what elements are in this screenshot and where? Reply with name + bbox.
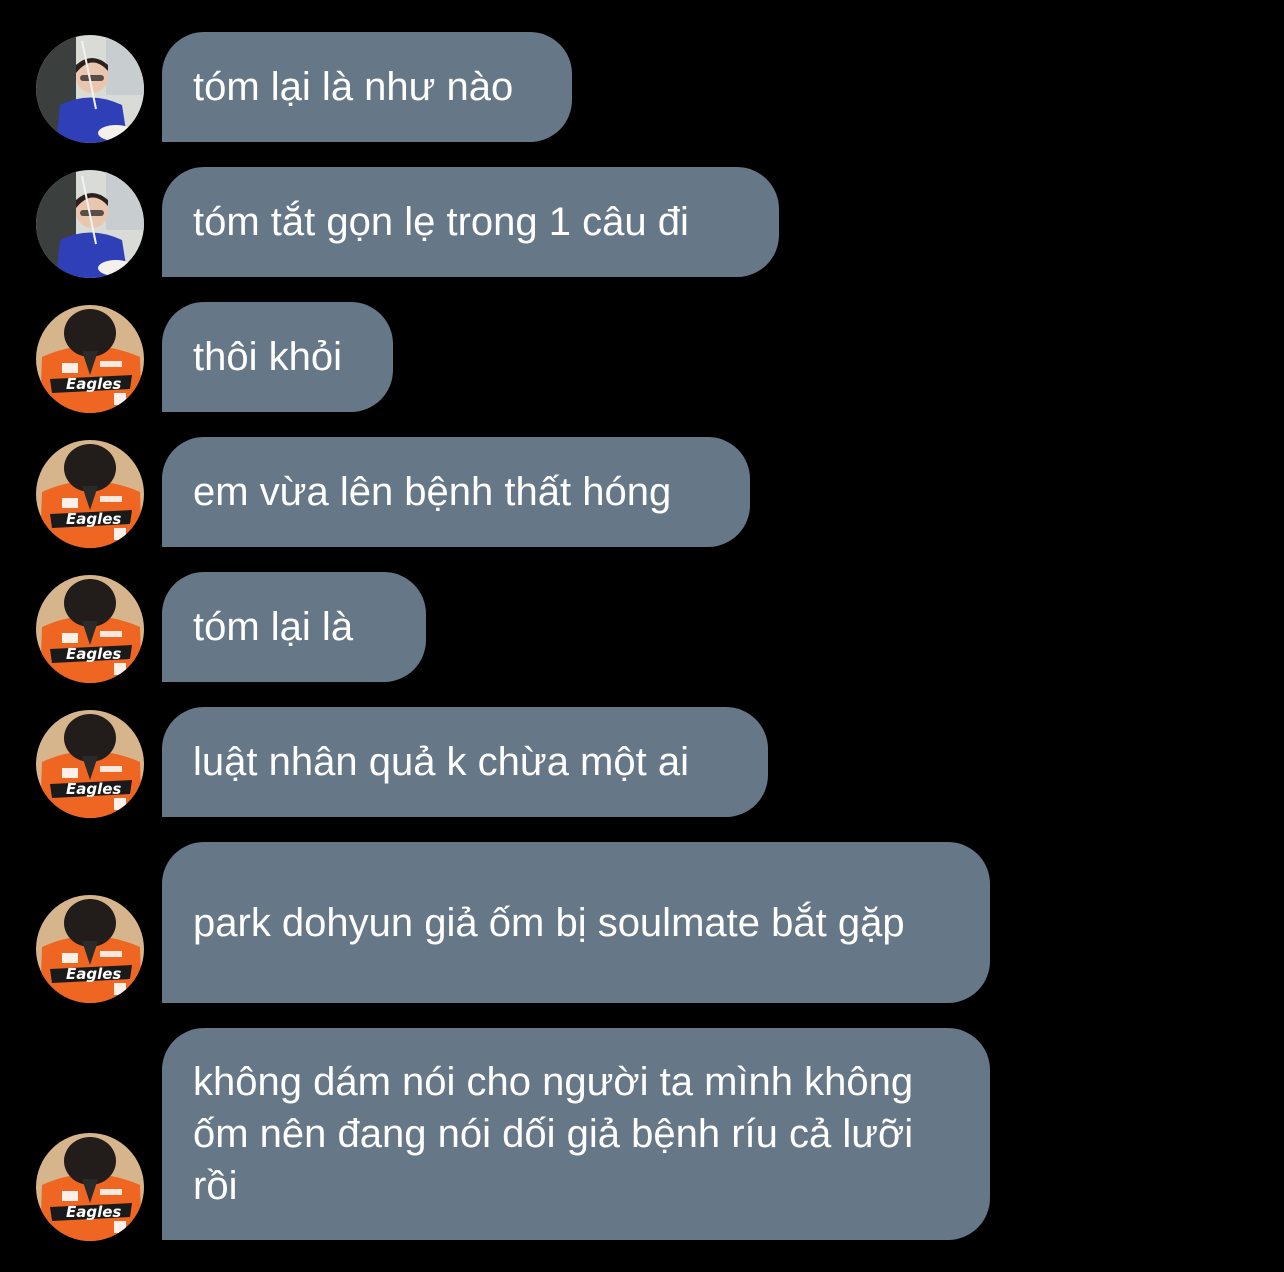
avatar-orange-jersey-icon — [36, 710, 144, 818]
avatar-orange-jersey-icon — [36, 305, 144, 413]
message-bubble[interactable]: park dohyun giả ốm bị soulmate bắt gặp — [162, 842, 990, 1003]
message-text: tóm lại là — [193, 605, 354, 649]
message-text: thôi khỏi — [193, 335, 342, 379]
avatar[interactable] — [36, 575, 144, 683]
avatar-orange-jersey-icon — [36, 575, 144, 683]
message-text: tóm tắt gọn lẹ trong 1 câu đi — [193, 200, 689, 244]
avatar-blue-shirt-icon — [36, 170, 144, 278]
avatar[interactable] — [36, 710, 144, 818]
avatar[interactable] — [36, 895, 144, 1003]
message-bubble[interactable]: luật nhân quả k chừa một ai — [162, 707, 768, 817]
avatar[interactable] — [36, 440, 144, 548]
message-bubble[interactable]: tóm lại là như nào — [162, 32, 572, 142]
message-bubble[interactable]: tóm tắt gọn lẹ trong 1 câu đi — [162, 167, 779, 277]
avatar-blue-shirt-icon — [36, 35, 144, 143]
message-text: không dám nói cho người ta mình không ốm… — [193, 1060, 914, 1208]
avatar-orange-jersey-icon — [36, 895, 144, 1003]
avatar[interactable] — [36, 305, 144, 413]
avatar-orange-jersey-icon — [36, 1133, 144, 1241]
avatar[interactable] — [36, 35, 144, 143]
message-bubble[interactable]: thôi khỏi — [162, 302, 393, 412]
message-text: em vừa lên bệnh thất hóng — [193, 470, 672, 514]
message-text: luật nhân quả k chừa một ai — [193, 740, 689, 784]
message-bubble[interactable]: không dám nói cho người ta mình không ốm… — [162, 1028, 990, 1240]
avatar[interactable] — [36, 1133, 144, 1241]
message-text: tóm lại là như nào — [193, 65, 514, 109]
message-bubble[interactable]: tóm lại là — [162, 572, 426, 682]
message-bubble[interactable]: em vừa lên bệnh thất hóng — [162, 437, 750, 547]
message-text: park dohyun giả ốm bị soulmate bắt gặp — [193, 900, 905, 945]
avatar-orange-jersey-icon — [36, 440, 144, 548]
avatar[interactable] — [36, 170, 144, 278]
